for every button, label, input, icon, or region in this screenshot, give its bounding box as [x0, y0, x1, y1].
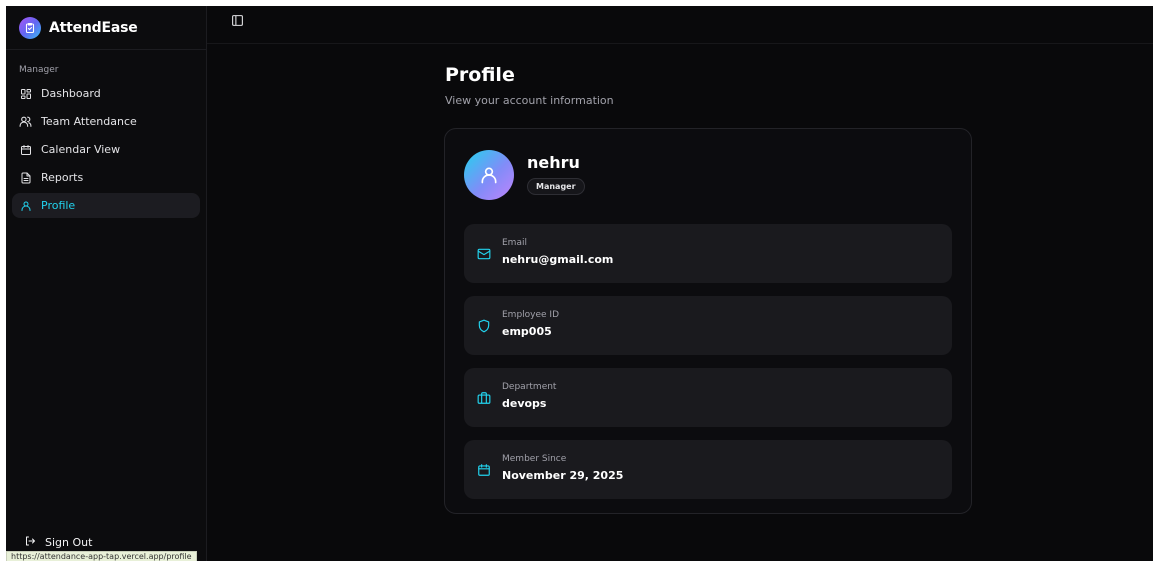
- sidebar-item-label: Dashboard: [41, 87, 101, 100]
- avatar: [464, 150, 514, 200]
- panel-left-icon: [232, 15, 243, 26]
- field-label: Email: [502, 238, 527, 248]
- sidebar-item-label: Calendar View: [41, 143, 121, 156]
- field-value: emp005: [502, 325, 552, 338]
- info-row-department: Department devops: [464, 368, 952, 427]
- shield-icon: [476, 318, 491, 333]
- sidebar: AttendEase Manager Dashboard Team Attend…: [6, 6, 207, 561]
- page-subtitle: View your account information: [445, 94, 614, 107]
- sidebar-item-reports[interactable]: Reports: [12, 165, 200, 190]
- info-row-employee-id: Employee ID emp005: [464, 296, 952, 355]
- sidebar-item-profile[interactable]: Profile: [12, 193, 200, 218]
- sign-out-label: Sign Out: [45, 536, 93, 549]
- field-value: devops: [502, 397, 547, 410]
- info-row-email: Email nehru@gmail.com: [464, 224, 952, 283]
- profile-card: nehru Manager Email nehru@gmail.com Empl…: [444, 128, 972, 514]
- dashboard-icon: [19, 87, 32, 100]
- status-bar-url: https://attendance-app-tap.vercel.app/pr…: [6, 551, 197, 561]
- calendar-icon: [476, 462, 491, 477]
- sidebar-item-label: Reports: [41, 171, 84, 184]
- calendar-icon: [19, 143, 32, 156]
- sidebar-item-label: Profile: [41, 199, 76, 212]
- app-name: AttendEase: [49, 19, 138, 36]
- logo-icon: [19, 16, 41, 39]
- sidebar-toggle-button[interactable]: [231, 12, 245, 26]
- page-title: Profile: [445, 64, 515, 86]
- sign-out-button[interactable]: Sign Out: [24, 535, 92, 550]
- field-value: November 29, 2025: [502, 469, 624, 482]
- users-icon: [19, 115, 32, 128]
- field-value: nehru@gmail.com: [502, 253, 614, 266]
- sidebar-section-label: Manager: [19, 65, 59, 75]
- user-icon: [19, 199, 32, 212]
- field-label: Employee ID: [502, 310, 560, 320]
- sidebar-nav: Dashboard Team Attendance Calendar View …: [12, 81, 200, 221]
- app-window: AttendEase Manager Dashboard Team Attend…: [6, 6, 1153, 561]
- sidebar-item-dashboard[interactable]: Dashboard: [12, 81, 200, 106]
- sign-out-icon: [24, 535, 36, 550]
- file-icon: [19, 171, 32, 184]
- briefcase-icon: [476, 390, 491, 405]
- sidebar-item-label: Team Attendance: [41, 115, 137, 128]
- info-row-member-since: Member Since November 29, 2025: [464, 440, 952, 499]
- topbar: [207, 6, 1153, 44]
- sidebar-item-team-attendance[interactable]: Team Attendance: [12, 109, 200, 134]
- field-label: Member Since: [502, 454, 567, 464]
- user-name: nehru: [527, 153, 580, 172]
- sidebar-item-calendar-view[interactable]: Calendar View: [12, 137, 200, 162]
- mail-icon: [476, 246, 491, 261]
- user-icon: [481, 167, 497, 184]
- field-label: Department: [502, 382, 557, 392]
- brand[interactable]: AttendEase: [6, 6, 206, 50]
- role-badge: Manager: [527, 178, 585, 195]
